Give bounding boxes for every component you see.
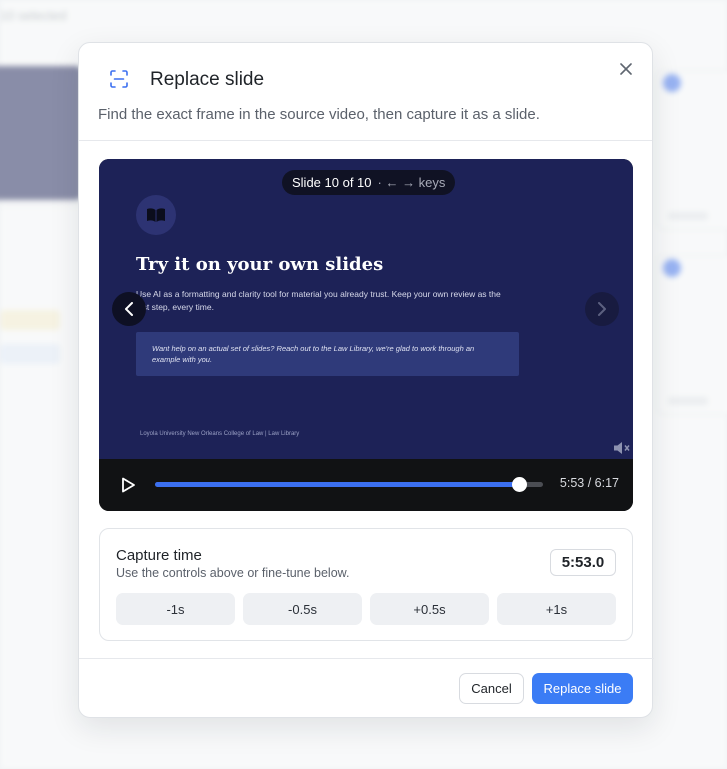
- capture-time-card: Capture time Use the controls above or f…: [99, 528, 633, 641]
- step-minus-half-second-button[interactable]: -0.5s: [243, 593, 362, 625]
- frame-capture-icon: [110, 70, 128, 88]
- slide-callout: Want help on an actual set of slides? Re…: [136, 332, 519, 376]
- dialog-subtitle: Find the exact frame in the source video…: [98, 106, 540, 123]
- chevron-right-icon: [598, 302, 606, 316]
- seek-bar-thumb[interactable]: [511, 477, 527, 492]
- keys-hint: · ← → keys: [377, 175, 446, 190]
- cancel-button[interactable]: Cancel: [459, 673, 524, 704]
- chevron-left-icon: [125, 302, 133, 316]
- book-icon: [136, 195, 176, 235]
- video-frame: Slide 10 of 10 · ← → keys Try it on your…: [99, 159, 633, 459]
- capture-time-title: Capture time: [116, 547, 202, 564]
- dialog-header: Replace slide Find the exact frame in th…: [79, 43, 652, 141]
- next-slide-button[interactable]: [585, 292, 619, 326]
- slide-body: Use AI as a formatting and clarity tool …: [136, 289, 501, 312]
- time-display: 5:53 / 6:17: [559, 476, 619, 490]
- step-plus-half-second-button[interactable]: +0.5s: [370, 593, 489, 625]
- close-icon: [620, 63, 632, 75]
- slide-title: Try it on your own slides: [136, 254, 384, 275]
- replace-slide-button[interactable]: Replace slide: [532, 673, 633, 704]
- fine-tune-buttons: -1s -0.5s +0.5s +1s: [116, 593, 616, 625]
- previous-slide-button[interactable]: [112, 292, 146, 326]
- player-controls: 5:53 / 6:17: [99, 459, 633, 511]
- seek-bar[interactable]: [155, 477, 543, 492]
- mute-icon[interactable]: [613, 441, 631, 455]
- close-button[interactable]: [616, 59, 636, 79]
- play-icon[interactable]: [119, 476, 137, 494]
- dialog-footer: Cancel Replace slide: [79, 658, 654, 719]
- video-player[interactable]: Slide 10 of 10 · ← → keys Try it on your…: [99, 159, 633, 511]
- capture-time-help: Use the controls above or fine-tune belo…: [116, 566, 350, 580]
- step-minus-1s-button[interactable]: -1s: [116, 593, 235, 625]
- seek-bar-progress: [155, 482, 519, 487]
- capture-time-value[interactable]: 5:53.0: [550, 549, 616, 576]
- replace-slide-dialog: Replace slide Find the exact frame in th…: [78, 42, 654, 719]
- slide-counter: Slide 10 of 10: [292, 175, 372, 190]
- step-plus-1s-button[interactable]: +1s: [497, 593, 616, 625]
- slide-footer: Loyola University New Orleans College of…: [140, 431, 300, 437]
- dialog-title: Replace slide: [150, 69, 265, 90]
- slide-indicator: Slide 10 of 10 · ← → keys: [282, 170, 456, 195]
